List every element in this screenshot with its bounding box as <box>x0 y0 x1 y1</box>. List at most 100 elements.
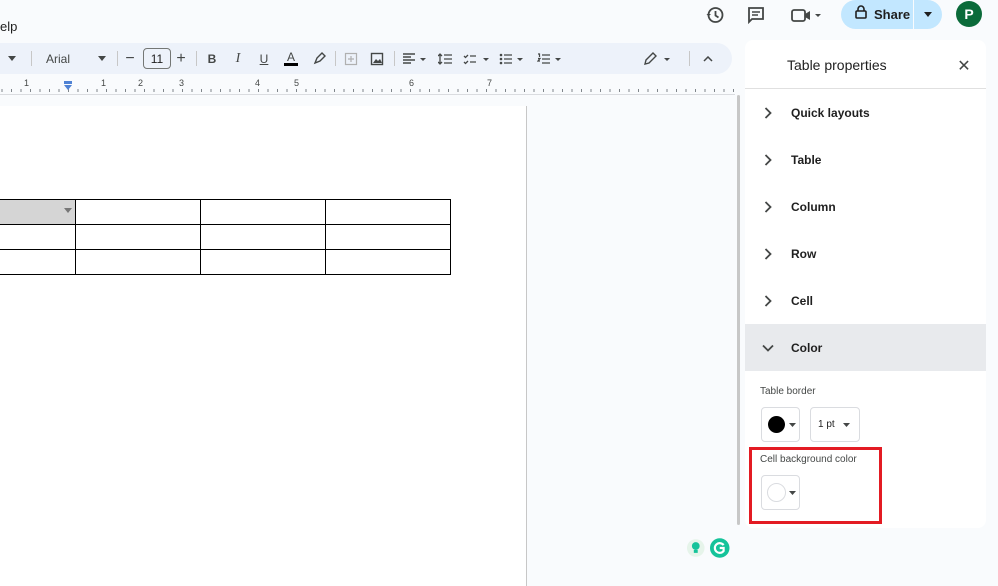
comment-icon[interactable] <box>745 4 767 26</box>
toolbar-divider <box>335 51 336 66</box>
toolbar-divider <box>689 51 690 66</box>
grammarly-icon <box>709 538 730 558</box>
ruler-number: 2 <box>138 78 144 88</box>
video-call-icon[interactable] <box>789 4 823 26</box>
decrease-font-size-button[interactable]: − <box>122 43 138 74</box>
ruler-number: 4 <box>255 78 261 88</box>
checklist-icon[interactable] <box>462 43 492 74</box>
section-column[interactable]: Column <box>745 183 986 230</box>
line-spacing-icon[interactable] <box>436 43 454 74</box>
section-quick-layouts[interactable]: Quick layouts <box>745 89 986 136</box>
section-table[interactable]: Table <box>745 136 986 183</box>
border-width-select[interactable]: 1 pt <box>810 407 860 442</box>
lock-icon <box>855 5 867 24</box>
cell-dropdown-icon <box>64 208 72 213</box>
toolbar-divider <box>117 51 118 66</box>
border-width-value: 1 pt <box>818 419 835 430</box>
share-dropdown-icon[interactable] <box>914 0 942 29</box>
share-button[interactable]: Share <box>841 0 942 29</box>
table-cell[interactable] <box>325 199 451 225</box>
ruler-ticks <box>1 81 734 92</box>
table-row <box>0 249 451 275</box>
text-color-button[interactable]: A <box>282 43 300 74</box>
table-cell[interactable] <box>0 249 76 275</box>
section-label: Cell <box>791 293 814 308</box>
table-row <box>0 199 451 225</box>
grammarly-widget[interactable] <box>686 536 730 560</box>
toolbar: Arial − + B I U A <box>0 43 732 74</box>
share-label: Share <box>874 7 911 22</box>
chevron-down-icon <box>745 344 791 352</box>
font-family-value: Arial <box>46 51 71 66</box>
table-cell[interactable] <box>200 249 326 275</box>
toolbar-divider <box>394 51 395 66</box>
avatar[interactable]: P <box>956 1 982 27</box>
ruler-number: 1 <box>101 78 107 88</box>
document-table[interactable] <box>0 199 451 275</box>
ruler-number: 5 <box>294 78 300 88</box>
chevron-right-icon <box>745 247 791 260</box>
border-color-swatch <box>768 416 785 433</box>
table-cell[interactable] <box>0 224 76 250</box>
annotation-highlight-box <box>749 447 882 524</box>
section-label: Row <box>791 246 817 261</box>
chevron-down-icon <box>789 422 796 427</box>
table-cell[interactable] <box>325 224 451 250</box>
editing-mode-icon[interactable] <box>642 43 674 74</box>
table-cell[interactable] <box>75 224 201 250</box>
ruler-number: 3 <box>179 78 185 88</box>
chevron-down-icon <box>842 422 850 427</box>
ruler-number: 1 <box>24 78 30 88</box>
collapse-toolbar-icon[interactable] <box>698 43 718 74</box>
toolbar-divider <box>196 51 197 66</box>
table-cell[interactable] <box>200 224 326 250</box>
underline-button[interactable]: U <box>255 43 273 74</box>
table-cell[interactable] <box>325 249 451 275</box>
ruler-number: 6 <box>409 78 415 88</box>
insert-image-icon[interactable] <box>368 43 386 74</box>
section-label: Quick layouts <box>791 105 870 120</box>
table-cell[interactable] <box>75 199 201 225</box>
chevron-right-icon <box>745 294 791 307</box>
section-label: Column <box>791 199 836 214</box>
chevron-right-icon <box>745 153 791 166</box>
font-family-select[interactable]: Arial <box>40 43 110 74</box>
table-row <box>0 224 451 250</box>
document-scrollbar[interactable] <box>737 95 740 525</box>
document-page[interactable] <box>0 106 527 586</box>
chevron-down-icon <box>98 56 106 61</box>
styles-dropdown-icon[interactable] <box>2 43 22 74</box>
text-color-icon: A <box>286 50 295 64</box>
chevron-right-icon <box>745 200 791 213</box>
section-color[interactable]: Color <box>745 324 986 371</box>
section-label: Table <box>791 152 822 167</box>
border-color-picker[interactable] <box>761 407 800 442</box>
top-bar: elp Share P <box>0 0 998 42</box>
align-left-icon[interactable] <box>401 43 429 74</box>
panel-title: Table properties <box>787 57 887 73</box>
section-cell[interactable]: Cell <box>745 277 986 324</box>
font-size-input[interactable]: 11 <box>143 48 171 69</box>
bold-button[interactable]: B <box>203 43 221 74</box>
menu-help[interactable]: elp <box>0 19 17 34</box>
section-row[interactable]: Row <box>745 230 986 277</box>
bulleted-list-icon[interactable] <box>498 43 528 74</box>
table-cell[interactable] <box>75 249 201 275</box>
first-line-indent-marker <box>64 81 72 84</box>
numbered-list-icon[interactable] <box>536 43 566 74</box>
history-icon[interactable] <box>704 4 726 26</box>
left-indent-marker <box>64 85 72 90</box>
increase-font-size-button[interactable]: + <box>173 43 189 74</box>
lightbulb-icon <box>686 539 705 557</box>
italic-button[interactable]: I <box>229 43 247 74</box>
close-icon[interactable]: ✕ <box>953 55 975 77</box>
table-cell-selected[interactable] <box>0 199 76 225</box>
table-cell[interactable] <box>200 199 326 225</box>
highlight-pen-icon[interactable] <box>310 43 328 74</box>
ruler-number: 7 <box>487 78 493 88</box>
table-border-label: Table border <box>760 386 816 397</box>
ruler[interactable]: 1 1 2 3 4 5 6 7 <box>0 78 735 95</box>
section-label: Color <box>791 340 823 355</box>
chevron-right-icon <box>745 106 791 119</box>
insert-link-icon[interactable] <box>342 43 360 74</box>
